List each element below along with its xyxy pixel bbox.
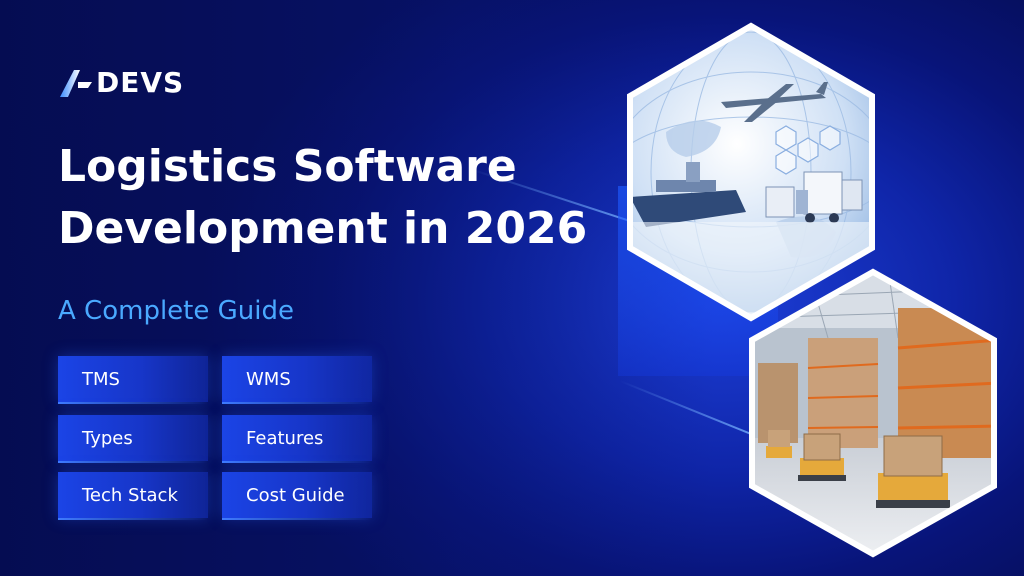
- topic-chip-label: Tech Stack: [82, 485, 178, 506]
- title-line-1: Logistics Software: [58, 141, 517, 192]
- topic-chip-features: Features: [222, 415, 372, 463]
- topic-chip-tech-stack: Tech Stack: [58, 472, 208, 520]
- topic-chip-cost-guide: Cost Guide: [222, 472, 372, 520]
- logo-wordmark: DEVS: [96, 66, 185, 99]
- warehouse-robot-icon: [798, 433, 846, 481]
- page-title: Logistics Software Development in 2026: [58, 136, 638, 260]
- light-streak: [619, 380, 769, 442]
- warehouse-robot-icon: [876, 435, 950, 508]
- warehouse-robot-icon: [766, 430, 792, 458]
- topic-chip-label: Features: [246, 428, 324, 449]
- brand-logo: DEVS: [58, 66, 184, 100]
- banner: DEVS Logistics Software Development in 2…: [0, 0, 1024, 576]
- subtitle: A Complete Guide: [58, 296, 294, 326]
- warehouse-robots-image: [748, 268, 998, 558]
- topic-chip-label: Types: [82, 428, 133, 449]
- topic-chip-types: Types: [58, 415, 208, 463]
- topic-chip-tms: TMS: [58, 356, 208, 404]
- topic-chip-label: Cost Guide: [246, 485, 345, 506]
- topic-chip-wms: WMS: [222, 356, 372, 404]
- adevs-a-mark-icon: [60, 70, 92, 97]
- topic-chip-label: WMS: [246, 369, 291, 390]
- title-line-2: Development in 2026: [58, 203, 588, 254]
- topic-chip-label: TMS: [82, 369, 120, 390]
